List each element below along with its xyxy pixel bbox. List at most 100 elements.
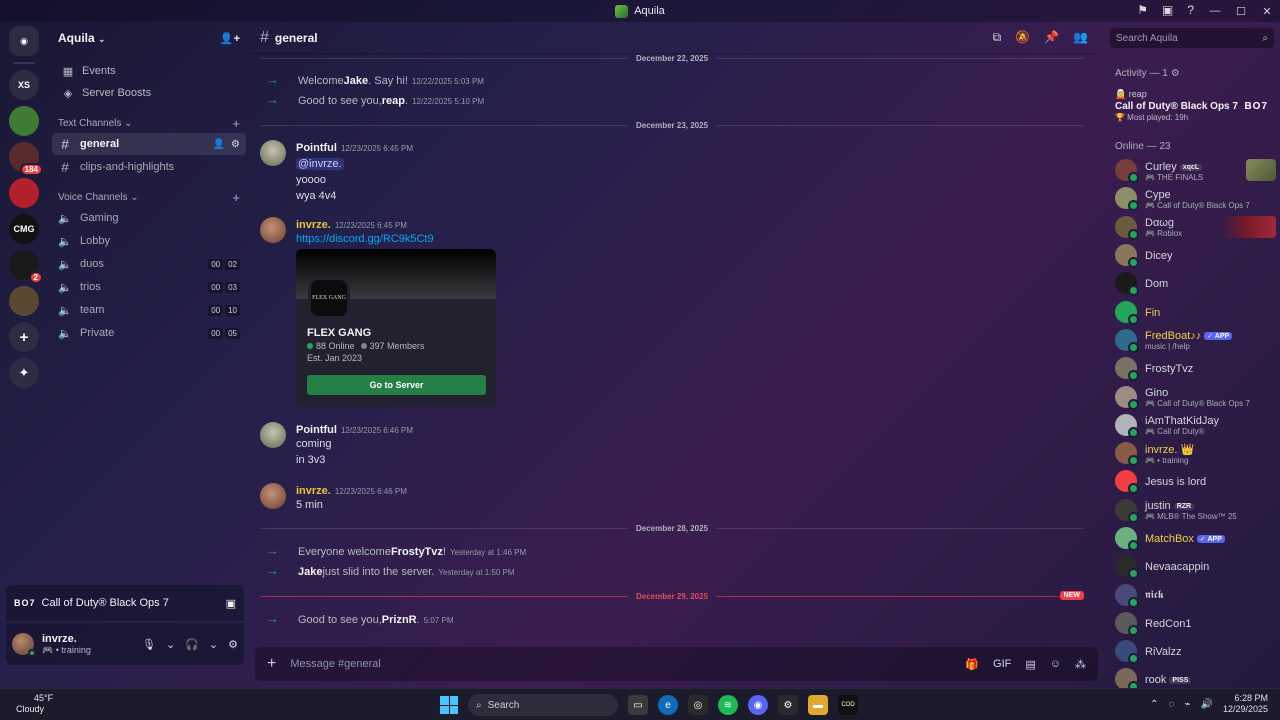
discord-icon[interactable]: ◉ xyxy=(748,695,768,715)
tray-chevron-icon[interactable]: ⌃ xyxy=(1150,699,1158,710)
member-row[interactable]: invrze. 👑 🎮 • training xyxy=(1105,439,1280,467)
message-author[interactable]: Pointful xyxy=(296,424,337,436)
spotify-icon[interactable]: ≋ xyxy=(718,695,738,715)
member-row[interactable]: Jesus is lord xyxy=(1105,467,1280,495)
search-input[interactable]: Search Aquila ⌕ xyxy=(1110,28,1274,48)
server-icon[interactable]: CMG xyxy=(9,214,39,244)
server-icon[interactable]: 184 xyxy=(9,142,43,176)
channel-clips-and-highlights[interactable]: # clips-and-highlights xyxy=(52,156,246,178)
server-header[interactable]: Aquila ⌄ 👤+ xyxy=(48,22,250,54)
network-icon[interactable]: ⌁ xyxy=(1184,699,1190,710)
member-row[interactable]: Curley xqcL 🎮 THE FINALS xyxy=(1105,156,1280,184)
gift-icon[interactable]: 🎁 xyxy=(965,658,979,671)
add-text-channel-icon[interactable]: + xyxy=(232,116,240,131)
steam-icon[interactable]: ⚙ xyxy=(778,695,798,715)
member-row[interactable]: Dom xyxy=(1105,269,1280,297)
server-boosts-link[interactable]: ◈ Server Boosts xyxy=(52,82,246,104)
member-row[interactable]: RiValzz xyxy=(1105,637,1280,665)
member-row[interactable]: FredBoat♪♪ ✓ APP music | /help xyxy=(1105,326,1280,354)
chevron-down-icon[interactable]: ⌄ xyxy=(209,638,218,651)
member-list-icon[interactable]: 👥 xyxy=(1073,30,1088,45)
volume-icon[interactable]: 🔊 xyxy=(1201,699,1213,710)
edge-icon[interactable]: e xyxy=(658,695,678,715)
start-button[interactable] xyxy=(440,696,458,714)
maximize-button[interactable]: ☐ xyxy=(1228,5,1254,18)
text-channels-category[interactable]: Text Channels ⌄ + xyxy=(48,114,250,132)
call-of-duty-icon[interactable]: COD xyxy=(838,695,858,715)
minimize-button[interactable]: — xyxy=(1202,5,1228,17)
member-activity-card[interactable]: 🧝 reap Call of Duty® Black Ops 7 🏆 Most … xyxy=(1111,87,1274,131)
add-voice-channel-icon[interactable]: + xyxy=(232,190,240,205)
taskbar-search[interactable]: ⌕ Search xyxy=(468,694,618,716)
mention[interactable]: @invrze. xyxy=(296,158,344,170)
flag-icon[interactable]: ⚑ xyxy=(1137,3,1148,17)
close-button[interactable]: ✕ xyxy=(1254,5,1280,18)
message-author[interactable]: invrze. xyxy=(296,485,331,497)
task-view-icon[interactable]: ▭ xyxy=(628,695,648,715)
events-link[interactable]: ▦ Events xyxy=(52,60,246,82)
member-row[interactable]: Gino 🎮 Call of Duty® Black Ops 7 xyxy=(1105,382,1280,410)
avatar[interactable] xyxy=(12,633,36,657)
apps-icon[interactable]: ⁂ xyxy=(1075,658,1086,671)
server-icon[interactable] xyxy=(9,286,39,316)
server-icon[interactable] xyxy=(9,106,39,136)
clock[interactable]: 6:28 PM 12/29/2025 xyxy=(1223,693,1268,715)
member-row[interactable]: Dαωg 🎮 Roblox xyxy=(1105,213,1280,241)
headphones-icon[interactable]: 🎧 xyxy=(185,638,199,651)
message-input[interactable]: Message #general xyxy=(290,658,381,670)
voice-channel-private[interactable]: 🔈 Private 00 05 xyxy=(52,322,246,344)
member-row[interactable]: MatchBox ✓ APP xyxy=(1105,524,1280,552)
voice-channel-gaming[interactable]: 🔈 Gaming xyxy=(52,207,246,229)
weather-widget[interactable]: 45°F Cloudy xyxy=(16,693,53,715)
channel-general[interactable]: # general 👤 ⚙ xyxy=(52,133,246,155)
emoji-icon[interactable]: ☺ xyxy=(1050,658,1061,671)
voice-channels-category[interactable]: Voice Channels ⌄ + xyxy=(48,188,250,206)
message-author[interactable]: Pointful xyxy=(296,142,337,154)
avatar[interactable] xyxy=(260,422,286,448)
voice-channel-team[interactable]: 🔈 team 00 10 xyxy=(52,299,246,321)
discord-home-icon[interactable]: ◉ xyxy=(9,26,39,56)
settings-gear-icon[interactable]: ⚙ xyxy=(228,638,238,651)
member-row[interactable]: FrostyTvz xyxy=(1105,354,1280,382)
voice-channel-trios[interactable]: 🔈 trios 00 03 xyxy=(52,276,246,298)
add-server-icon[interactable]: + xyxy=(9,322,39,352)
screen-share-icon[interactable]: ▣ xyxy=(1162,3,1173,17)
server-icon[interactable] xyxy=(9,178,39,208)
file-explorer-icon[interactable]: ▬ xyxy=(808,695,828,715)
settings-gear-icon[interactable]: ⚙ xyxy=(231,139,240,150)
activity-panel[interactable]: BO7 Call of Duty® Black Ops 7 ▣ xyxy=(6,585,244,621)
threads-icon[interactable]: ⧉ xyxy=(993,30,1002,45)
avatar[interactable] xyxy=(260,140,286,166)
voice-channel-duos[interactable]: 🔈 duos 00 02 xyxy=(52,253,246,275)
stream-icon[interactable]: ▣ xyxy=(226,597,236,610)
message-author[interactable]: invrze. xyxy=(296,219,331,231)
voice-channel-lobby[interactable]: 🔈 Lobby xyxy=(52,230,246,252)
avatar[interactable] xyxy=(260,217,286,243)
member-row[interactable]: Cype 🎮 Call of Duty® Black Ops 7 xyxy=(1105,184,1280,212)
help-icon[interactable]: ? xyxy=(1187,3,1194,17)
pin-icon[interactable]: 📌 xyxy=(1044,30,1059,45)
attach-plus-icon[interactable]: + xyxy=(267,655,276,673)
gif-icon[interactable]: GIF xyxy=(993,658,1011,671)
invite-people-icon[interactable]: 👤+ xyxy=(220,32,240,45)
sticker-icon[interactable]: ▤ xyxy=(1025,658,1035,671)
message-composer[interactable]: + Message #general 🎁 GIF ▤ ☺ ⁂ xyxy=(255,647,1098,681)
notifications-muted-icon[interactable]: 🔕 xyxy=(1015,30,1030,45)
member-row[interactable]: Dicey xyxy=(1105,241,1280,269)
member-row[interactable]: RedCon1 xyxy=(1105,609,1280,637)
microphone-icon[interactable]: 🎙 xyxy=(142,638,156,651)
chrome-icon[interactable]: ◎ xyxy=(688,695,708,715)
member-row[interactable]: justin RZR 🎮 MLB® The Show™ 25 xyxy=(1105,496,1280,524)
member-row[interactable]: Fin xyxy=(1105,297,1280,325)
member-row[interactable]: rook PISS xyxy=(1105,665,1280,688)
member-row[interactable]: Nevaacappin xyxy=(1105,552,1280,580)
avatar[interactable] xyxy=(260,483,286,509)
invite-icon[interactable]: 👤 xyxy=(213,139,225,150)
discover-icon[interactable]: ✦ xyxy=(9,358,39,388)
member-row[interactable]: 𝖓𝖎𝖈𝖐 xyxy=(1105,580,1280,608)
tray-app-icon[interactable]: ◌ xyxy=(1169,699,1175,710)
server-icon[interactable]: 2 xyxy=(9,250,43,284)
chevron-down-icon[interactable]: ⌄ xyxy=(166,638,175,651)
member-row[interactable]: iAmThatKidJay 🎮 Call of Duty® xyxy=(1105,411,1280,439)
invite-link[interactable]: https://discord.gg/RC9k5Ct9 xyxy=(296,233,434,245)
